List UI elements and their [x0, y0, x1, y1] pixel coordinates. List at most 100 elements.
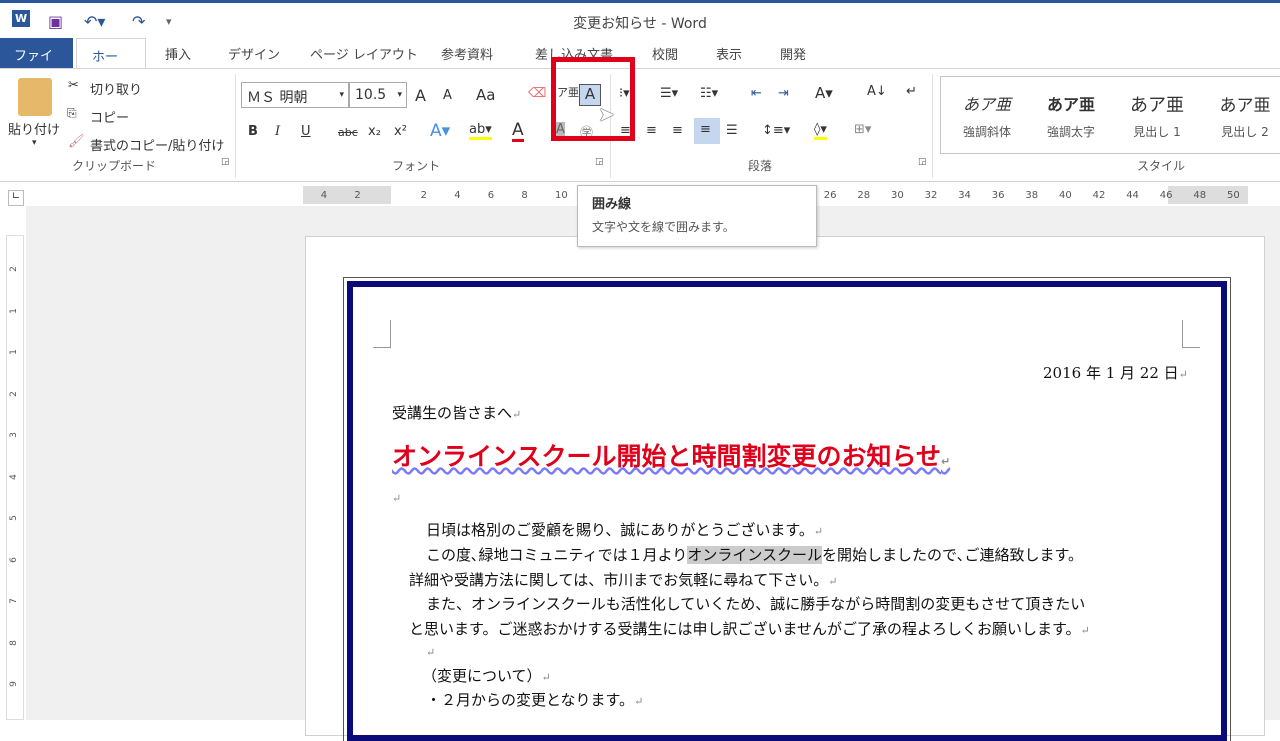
font-launcher-icon[interactable]: ◲ — [595, 157, 604, 167]
vertical-ruler[interactable]: 2 1 1 2 3 4 5 6 7 8 9 — [6, 235, 24, 720]
ruler-number: 50 — [1227, 190, 1240, 201]
ruler-number: 38 — [1025, 190, 1039, 201]
distributed-icon[interactable]: ☰ — [726, 123, 738, 138]
style-label: 強調斜体 — [962, 125, 1011, 139]
align-right-icon[interactable]: ≡ — [672, 123, 683, 138]
paragraph-7: ・２月からの変更となります。↵ — [426, 691, 644, 709]
decrease-indent-icon[interactable]: ⇤ — [751, 86, 762, 101]
ruler-number: 28 — [857, 190, 871, 201]
ruler-number: 4 — [320, 190, 328, 201]
document-heading: オンラインスクール開始と時間割変更のお知らせ↵ — [392, 442, 951, 471]
sort-icon[interactable]: A↓ — [867, 84, 887, 99]
style-sample: あア亜 — [1130, 95, 1184, 116]
superscript-button[interactable]: x² — [394, 124, 407, 139]
font-name-combo[interactable]: ＭＳ 明朝 ▾ — [241, 82, 349, 108]
styles-gallery: あア亜強調斜体 あア亜強調太字 あア亜見出し 1 あア亜見出し 2 — [940, 76, 1280, 154]
paragraph-group-label: 段落 — [748, 159, 773, 173]
tooltip: 囲み線 文字や文を線で囲みます。 — [577, 185, 817, 247]
vruler-number: 1 — [8, 307, 19, 314]
asian-layout-icon[interactable]: A▾ — [815, 84, 833, 102]
font-name-value: ＭＳ 明朝 — [247, 90, 308, 106]
tab-review[interactable]: 校閲 — [652, 44, 678, 63]
tooltip-title: 囲み線 — [592, 197, 632, 212]
bold-button[interactable]: B — [248, 124, 258, 139]
align-center-icon[interactable]: ≡ — [646, 123, 657, 138]
paragraph-launcher-icon[interactable]: ◲ — [918, 157, 927, 167]
document-greeting: 受講生の皆さまへ↵ — [392, 404, 522, 422]
copy-icon: ⎘ — [67, 106, 77, 120]
styles-group-label: スタイル — [1137, 159, 1186, 173]
ruler-number: 40 — [1059, 190, 1072, 201]
subscript-button[interactable]: x₂ — [368, 124, 381, 139]
tab-file[interactable]: ファイル — [0, 38, 73, 83]
tab-view[interactable]: 表示 — [716, 44, 742, 63]
change-case-button[interactable]: Aa — [476, 86, 495, 104]
paragraph-1: 日頃は格別のご愛顧を賜り、誠にありがとうございます。↵ — [426, 521, 824, 539]
ruler-number: 32 — [924, 190, 938, 201]
tab-design[interactable]: デザイン — [228, 44, 280, 63]
multilevel-list-icon[interactable]: ☷▾ — [700, 86, 718, 101]
italic-button[interactable]: I — [275, 124, 280, 139]
cut-icon: ✂ — [68, 78, 79, 93]
clipboard-group-label: クリップボード — [72, 159, 157, 173]
font-color-icon[interactable]: A — [512, 121, 524, 142]
tab-selector-icon[interactable]: ∟ — [8, 190, 24, 206]
tab-insert[interactable]: 挿入 — [165, 44, 191, 63]
cut-button[interactable]: 切り取り — [90, 79, 142, 98]
paste-icon[interactable] — [18, 78, 52, 116]
tab-references[interactable]: 参考資料 — [441, 44, 493, 63]
paragraph-3: 詳細や受講方法に関しては、市川までお気軽に尋ねて下さい。↵ — [409, 571, 838, 589]
vruler-number: 8 — [8, 639, 19, 646]
format-painter-button[interactable]: 書式のコピー/貼り付け — [90, 135, 224, 154]
group-divider — [235, 74, 236, 178]
font-size-value: 10.5 — [355, 87, 387, 103]
shading-icon[interactable]: ◊▾ — [814, 122, 827, 140]
tab-page-layout[interactable]: ページ レイアウト — [310, 44, 418, 63]
margin-mark — [373, 320, 391, 348]
ruler-number: 2 — [420, 190, 427, 201]
style-label: 強調太字 — [1046, 125, 1095, 139]
paste-button[interactable]: 貼り付け — [8, 119, 60, 138]
shrink-font-button[interactable]: A — [443, 88, 452, 103]
style-label: 見出し 1 — [1133, 125, 1181, 139]
strikethrough-button[interactable]: abc — [338, 126, 358, 139]
ruler-number: 30 — [891, 190, 904, 201]
grow-font-button[interactable]: A — [415, 86, 426, 105]
numbering-icon[interactable]: ☰▾ — [660, 86, 678, 101]
show-marks-icon[interactable]: ↵ — [906, 84, 917, 99]
tab-home[interactable]: ホーム — [76, 38, 146, 84]
ruler-number: 46 — [1159, 190, 1173, 201]
ruler-number: 2 — [354, 190, 361, 201]
font-size-combo[interactable]: 10.5 ▾ — [349, 82, 407, 108]
style-sample: あア亜 — [1046, 95, 1095, 114]
vruler-number: 7 — [8, 598, 19, 604]
paragraph-2: この度､緑地コミュニティでは１月よりオンラインスクールを開始しましたので､ご連絡… — [426, 546, 1084, 564]
style-sample: あア亜 — [1219, 96, 1271, 116]
ribbon-tabs: ファイル ホーム 挿入 デザイン ページ レイアウト 参考資料 差し込み文書 校… — [0, 38, 1280, 84]
line-spacing-icon[interactable]: ↕≡▾ — [762, 123, 790, 138]
vruler-number: 5 — [8, 515, 19, 521]
tab-developer[interactable]: 開発 — [780, 44, 806, 63]
highlight-annotation-box — [551, 57, 635, 141]
font-group-label: フォント — [392, 159, 441, 173]
paste-dropdown-icon[interactable]: ▾ — [32, 138, 37, 148]
underline-button[interactable]: U — [301, 124, 311, 139]
window-title: 変更お知らせ - Word — [573, 16, 707, 32]
borders-icon[interactable]: ⊞▾ — [854, 122, 871, 137]
style-sample: あア亜 — [962, 95, 1011, 114]
ruler-number: 42 — [1092, 190, 1106, 201]
style-label: 見出し 2 — [1221, 125, 1269, 139]
increase-indent-icon[interactable]: ⇥ — [778, 86, 789, 101]
mouse-cursor-icon: ➤ — [598, 102, 615, 126]
copy-button[interactable]: コピー — [90, 107, 129, 126]
paragraph-6: （変更について）↵ — [422, 667, 551, 685]
clipboard-launcher-icon[interactable]: ◲ — [221, 157, 230, 167]
selected-text: オンラインスクール — [687, 546, 823, 564]
vruler-number: 4 — [8, 473, 19, 480]
clear-formatting-icon[interactable]: ⌫ — [528, 86, 546, 101]
vruler-number: 9 — [8, 681, 19, 687]
highlight-color-icon[interactable]: ab▾ — [469, 122, 492, 140]
text-effects-icon[interactable]: A▾ — [430, 121, 450, 141]
justify-icon[interactable]: ≡ — [694, 118, 720, 144]
ruler-number: 26 — [823, 190, 837, 201]
